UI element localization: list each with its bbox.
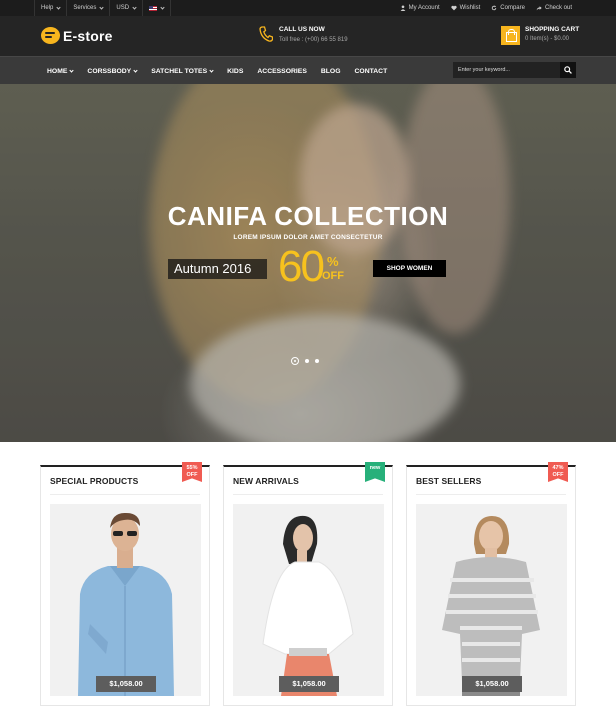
new-ribbon: new	[365, 462, 385, 482]
shopping-cart[interactable]: SHOPPING CART 0 Item(s) - $0.00	[501, 26, 579, 45]
chevron-down-icon	[209, 67, 214, 73]
share-icon	[536, 6, 542, 11]
heart-icon	[451, 5, 457, 11]
chevron-down-icon	[56, 4, 61, 10]
shopping-bag-icon	[501, 26, 520, 45]
my-account-label: My Account	[408, 5, 440, 11]
nav-item-corssbody[interactable]: CORSSBODY	[87, 67, 138, 75]
product-image-woman-striped-sweater[interactable]: $1,058.00	[416, 504, 567, 696]
nav-item-label: HOME	[47, 67, 68, 75]
wishlist-label: Wishlist	[459, 5, 481, 11]
chevron-down-icon	[133, 67, 138, 73]
main-navigation: HOME CORSSBODY SATCHEL TOTES KIDS ACCESS…	[0, 56, 616, 84]
discount-ribbon: 47% OFF	[548, 462, 568, 482]
phone-icon	[259, 26, 273, 42]
cart-summary: 0 Item(s) - $0.00	[525, 36, 570, 42]
nav-menu: HOME CORSSBODY SATCHEL TOTES KIDS ACCESS…	[47, 57, 387, 85]
user-icon	[400, 5, 406, 11]
hero-discount-off: OFF	[322, 270, 344, 282]
chevron-down-icon	[69, 67, 75, 73]
nav-item-contact[interactable]: CONTACT	[355, 68, 388, 75]
currency-dropdown[interactable]: USD	[110, 0, 144, 16]
nav-item-label: SATCHEL TOTES	[151, 67, 208, 75]
hero-title: CANIFA COLLECTION	[167, 201, 449, 231]
cart-title: SHOPPING CART	[525, 26, 580, 33]
nav-item-label: CONTACT	[354, 67, 388, 75]
search-icon	[564, 66, 572, 74]
call-number: Toll free : (+00) 66 55 819	[279, 37, 348, 43]
logo-icon	[41, 27, 60, 44]
section-divider	[416, 494, 566, 495]
help-dropdown[interactable]: Help	[34, 0, 68, 16]
estore-homepage: Help Services USD My Account Wishlist Co…	[0, 0, 616, 721]
slider-dot-1[interactable]	[291, 357, 299, 365]
nav-item-label: ACCESSORIES	[257, 67, 307, 75]
slider-dot-2[interactable]	[305, 359, 309, 363]
nav-item-label: CORSSBODY	[87, 67, 132, 75]
call-title: CALL US NOW	[279, 26, 325, 33]
topbar-account-links: My Account Wishlist Compare Check out	[400, 0, 572, 16]
section-divider	[50, 494, 200, 495]
hero-discount-number: 60	[278, 242, 325, 291]
estore-logo[interactable]: E-store	[41, 27, 113, 44]
checkout-link[interactable]: Check out	[536, 5, 572, 11]
compare-label: Compare	[500, 5, 525, 11]
hero-discount-percent: %	[327, 254, 339, 269]
new-arrivals-section: NEW ARRIVALS new $1,058.00	[223, 462, 393, 706]
product-image-woman-white-blouse[interactable]: $1,058.00	[233, 504, 384, 696]
compare-link[interactable]: Compare	[491, 5, 525, 11]
search-input[interactable]	[453, 62, 560, 78]
chevron-down-icon	[99, 4, 104, 10]
product-photo	[233, 504, 384, 696]
services-dropdown[interactable]: Services	[67, 0, 111, 16]
logo-text: E-store	[63, 27, 113, 44]
special-products-section: SPECIAL PRODUCTS 55% OFF $1,058.00	[40, 462, 210, 706]
call-us-block: CALL US NOW Toll free : (+00) 66 55 819	[259, 26, 348, 43]
nav-item-label: KIDS	[227, 67, 244, 75]
product-image-man-denim-shirt[interactable]: $1,058.00	[50, 504, 201, 696]
language-dropdown[interactable]	[143, 0, 172, 16]
slider-dot-3[interactable]	[315, 359, 319, 363]
product-photo	[416, 504, 567, 696]
top-utility-bar: Help Services USD My Account Wishlist Co…	[0, 0, 616, 16]
currency-label: USD	[116, 5, 130, 11]
product-price: $1,058.00	[462, 676, 522, 692]
search-button[interactable]	[560, 62, 576, 78]
section-divider	[233, 494, 383, 495]
product-photo	[50, 504, 201, 696]
discount-ribbon: 55% OFF	[182, 462, 202, 482]
chevron-down-icon	[132, 4, 137, 10]
nav-item-blog[interactable]: BLOG	[321, 68, 341, 75]
topbar-left-menus: Help Services USD	[34, 0, 172, 16]
section-title: SPECIAL PRODUCTS	[50, 476, 139, 486]
checkout-label: Check out	[544, 5, 572, 11]
services-label: Services	[73, 5, 97, 11]
nav-item-kids[interactable]: KIDS	[227, 68, 243, 75]
us-flag-icon	[149, 5, 158, 11]
section-title: NEW ARRIVALS	[233, 476, 299, 486]
my-account-link[interactable]: My Account	[400, 5, 440, 11]
wishlist-link[interactable]: Wishlist	[451, 5, 481, 11]
nav-item-home[interactable]: HOME	[47, 67, 75, 75]
best-sellers-section: BEST SELLERS 47% OFF $1,058.00	[406, 462, 576, 706]
product-price: $1,058.00	[279, 676, 339, 692]
search-box	[453, 62, 576, 78]
chevron-down-icon	[160, 4, 165, 10]
site-header: E-store CALL US NOW Toll free : (+00) 66…	[0, 16, 616, 56]
refresh-icon	[492, 5, 497, 11]
section-title: BEST SELLERS	[416, 476, 482, 486]
nav-item-accessories[interactable]: ACCESSORIES	[257, 68, 306, 75]
hero-slider: CANIFA COLLECTION LOREM IPSUM DOLOR AMET…	[0, 84, 616, 442]
product-price: $1,058.00	[96, 676, 156, 692]
hero-subtitle: LOREM IPSUM DOLOR AMET CONSECTETUR	[233, 234, 383, 241]
nav-item-label: BLOG	[320, 67, 341, 75]
nav-item-satchel-totes[interactable]: SATCHEL TOTES	[151, 67, 214, 75]
slider-pagination	[291, 357, 319, 365]
help-label: Help	[41, 5, 54, 11]
hero-season-label: Autumn 2016	[168, 259, 267, 279]
shop-women-button[interactable]: SHOP WOMEN	[373, 260, 446, 277]
